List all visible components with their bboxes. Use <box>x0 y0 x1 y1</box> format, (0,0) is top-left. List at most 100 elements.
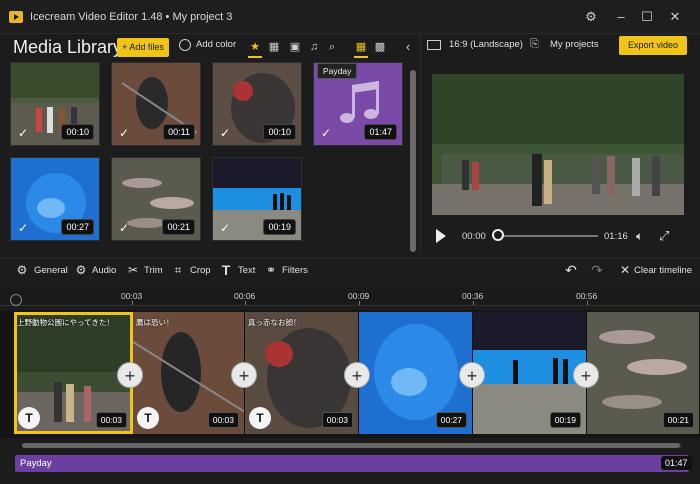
media-tile[interactable]: ✓ 00:27 <box>10 157 100 241</box>
playhead-handle[interactable] <box>10 294 22 306</box>
text-icon: T <box>221 262 231 278</box>
timeline-clip[interactable]: 00:19 <box>473 312 587 434</box>
library-header: Media Library + Add files Add color ★ ▦ … <box>0 34 420 62</box>
panel-divider <box>420 34 421 252</box>
media-tile[interactable]: ✓ 00:10 <box>212 62 302 146</box>
my-projects-button[interactable]: My projects <box>550 39 599 50</box>
clip-duration: 00:03 <box>95 412 127 428</box>
media-duration: 00:21 <box>162 219 195 235</box>
settings-gear-icon[interactable]: ⚙ <box>582 8 600 26</box>
media-tile[interactable]: ✓ 00:19 <box>212 157 302 241</box>
media-duration: 00:11 <box>163 124 195 140</box>
media-duration: 01:47 <box>364 124 397 140</box>
fullscreen-icon[interactable]: ⤢ <box>659 228 669 244</box>
timeline-clip[interactable]: 00:21 <box>587 312 700 434</box>
minimize-button[interactable]: – <box>612 8 630 26</box>
list-view-icon[interactable]: ▩ <box>374 41 386 53</box>
add-transition-button[interactable]: + <box>344 362 370 388</box>
crop-icon: ⌗ <box>174 263 182 277</box>
grid-view-icon[interactable]: ▦ <box>355 41 367 53</box>
add-transition-button[interactable]: + <box>231 362 257 388</box>
clip-duration: 00:27 <box>435 412 467 428</box>
media-duration: 00:19 <box>263 219 296 235</box>
aspect-ratio-selector[interactable]: 16:9 (Landscape) <box>449 39 523 50</box>
projects-icon: ⎘ <box>530 38 539 50</box>
media-tile[interactable]: ✓ 00:10 <box>10 62 100 146</box>
general-settings-icon: ⚙ <box>16 263 28 277</box>
video-filter-icon[interactable]: ▦ <box>268 41 280 53</box>
audio-tool[interactable]: Audio <box>92 265 116 276</box>
image-filter-icon[interactable]: ▣ <box>289 41 301 53</box>
maximize-button[interactable]: ☐ <box>638 8 656 26</box>
ruler-tick <box>473 301 474 305</box>
clip-duration: 00:03 <box>321 412 353 428</box>
filters-icon: ⚭ <box>265 263 277 277</box>
active-view-underline <box>354 56 368 58</box>
media-tooltip: Payday <box>317 63 358 79</box>
redo-icon[interactable]: ↷ <box>590 263 604 277</box>
checkmark-icon: ✓ <box>220 221 231 235</box>
clip-caption: 上野動物公園にやってきた！ <box>17 318 114 327</box>
audio-track-clip[interactable] <box>15 455 689 472</box>
clip-caption: 鷹は恐い！ <box>136 318 174 327</box>
close-button[interactable]: ✕ <box>666 8 684 26</box>
ruler-label: 00:03 <box>121 291 143 301</box>
filters-tool[interactable]: Filters <box>282 265 308 276</box>
ruler-tick <box>359 301 360 305</box>
add-transition-button[interactable]: + <box>459 362 485 388</box>
undo-icon[interactable]: ↶ <box>564 263 578 277</box>
clip-duration: 00:19 <box>549 412 581 428</box>
scrollbar-thumb[interactable] <box>410 70 416 252</box>
text-overlay-icon[interactable]: T <box>249 407 271 429</box>
volume-icon[interactable]: 🔈︎ <box>636 229 643 244</box>
star-filter-icon[interactable]: ★ <box>249 41 261 53</box>
add-transition-button[interactable]: + <box>117 362 143 388</box>
checkmark-icon: ✓ <box>119 221 130 235</box>
media-duration: 00:10 <box>61 124 94 140</box>
media-library-grid: ✓ 00:10 ✓ 00:11 ✓ 00:10 ✓ 01:47 ✓ 00:27 … <box>0 62 408 252</box>
audio-track-label: Payday <box>20 458 52 469</box>
clip-duration: 00:21 <box>662 412 694 428</box>
timeline-clip[interactable]: 真っ赤なお顔！ T 00:03 <box>245 312 359 434</box>
seek-handle[interactable] <box>492 229 504 241</box>
timeline-ruler[interactable]: 00:03 00:06 00:09 00:36 00:56 <box>0 286 700 306</box>
text-tool[interactable]: Text <box>238 265 255 276</box>
ruler-tick <box>132 301 133 305</box>
search-icon[interactable]: ⌕ <box>326 41 338 53</box>
current-time: 00:00 <box>462 231 486 242</box>
media-duration: 00:27 <box>61 219 94 235</box>
media-tile[interactable]: ✓ 00:11 <box>111 62 201 146</box>
ruler-tick <box>245 301 246 305</box>
library-scrollbar[interactable] <box>410 70 416 252</box>
clip-caption: 真っ赤なお顔！ <box>248 318 301 327</box>
text-overlay-icon[interactable]: T <box>137 407 159 429</box>
add-files-button[interactable]: + Add files <box>117 38 169 57</box>
crop-tool[interactable]: Crop <box>190 265 211 276</box>
text-overlay-icon[interactable]: T <box>18 407 40 429</box>
general-tool[interactable]: General <box>34 265 68 276</box>
ruler-label: 00:06 <box>234 291 256 301</box>
seek-bar[interactable] <box>498 235 598 237</box>
ruler-label: 00:56 <box>576 291 598 301</box>
add-transition-button[interactable]: + <box>573 362 599 388</box>
library-title: Media Library <box>13 37 123 57</box>
trim-tool[interactable]: Trim <box>144 265 163 276</box>
video-preview[interactable] <box>432 74 684 215</box>
timeline-scrollbar[interactable] <box>22 443 682 448</box>
export-video-button[interactable]: Export video <box>619 36 687 55</box>
collapse-chevron-icon[interactable]: ‹ <box>402 40 414 53</box>
timeline-clip[interactable]: 上野動物公園にやってきた！ T 00:03 <box>14 312 133 434</box>
ruler-label: 00:36 <box>462 291 484 301</box>
add-color-button[interactable]: Add color <box>196 39 236 50</box>
play-button[interactable] <box>436 229 446 243</box>
music-filter-icon[interactable]: ♫ <box>308 41 320 53</box>
active-filter-underline <box>248 56 262 58</box>
timeline-clip[interactable]: 鷹は恐い！ T 00:03 <box>133 312 245 434</box>
media-tile[interactable]: ✓ 00:21 <box>111 157 201 241</box>
audio-gear-icon: ⚙ <box>75 263 87 277</box>
clear-timeline-button[interactable]: Clear timeline <box>634 265 692 276</box>
checkmark-icon: ✓ <box>18 221 29 235</box>
scrollbar-thumb[interactable] <box>22 443 680 448</box>
clip-duration: 00:03 <box>207 412 239 428</box>
timeline-clip[interactable]: 00:27 <box>359 312 473 434</box>
